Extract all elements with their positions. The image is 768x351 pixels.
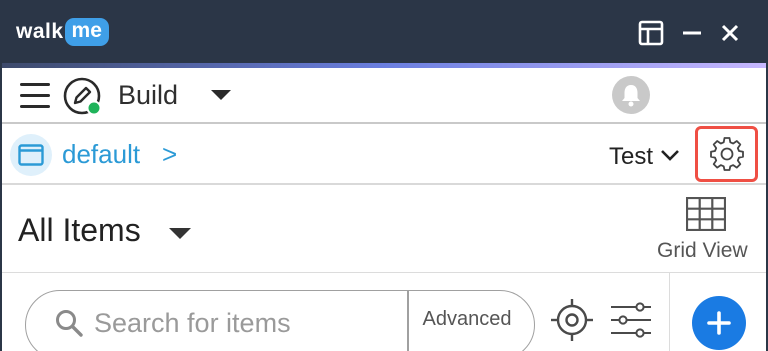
grid-icon bbox=[685, 196, 727, 232]
hamburger-line bbox=[20, 94, 50, 97]
crosshair-icon bbox=[551, 299, 593, 341]
bell-icon bbox=[622, 85, 640, 107]
environment-dropdown-button[interactable] bbox=[660, 148, 680, 166]
environment-selector[interactable]: Test bbox=[609, 143, 653, 171]
capture-element-button[interactable] bbox=[549, 297, 595, 348]
close-button[interactable] bbox=[715, 18, 745, 48]
toolbar-vertical-divider bbox=[669, 272, 670, 351]
notifications-button[interactable] bbox=[612, 76, 650, 114]
search-input[interactable] bbox=[94, 305, 394, 341]
items-filter-title[interactable]: All Items bbox=[18, 212, 141, 249]
minimize-button[interactable] bbox=[677, 18, 707, 48]
minimize-icon bbox=[683, 31, 701, 35]
filters-button[interactable] bbox=[609, 302, 653, 343]
gear-icon bbox=[709, 137, 744, 171]
grid-view-label[interactable]: Grid View bbox=[657, 239, 748, 263]
logo-walk-text: walk bbox=[16, 20, 64, 43]
mode-label[interactable]: Build bbox=[118, 80, 178, 111]
toolbar bbox=[2, 68, 766, 122]
mode-dropdown-button[interactable] bbox=[210, 88, 232, 106]
toolbar-divider bbox=[2, 122, 766, 124]
walkme-editor-window: walk me Build default > Test All Items G… bbox=[2, 0, 766, 351]
pencil-circle-icon bbox=[62, 76, 104, 118]
title-bar: walk me bbox=[2, 0, 766, 63]
sliders-icon bbox=[611, 302, 651, 338]
items-filter-dropdown[interactable] bbox=[168, 227, 192, 245]
caret-down-icon bbox=[211, 90, 231, 100]
close-icon bbox=[721, 24, 739, 42]
advanced-search-button[interactable]: Advanced bbox=[412, 308, 522, 331]
project-divider bbox=[2, 183, 766, 185]
layout-toggle-button[interactable] bbox=[636, 18, 666, 48]
section-divider bbox=[2, 272, 766, 273]
logo-me-text: me bbox=[64, 18, 109, 46]
walkme-logo: walk me bbox=[16, 18, 109, 46]
search-divider bbox=[407, 291, 409, 351]
add-item-button[interactable] bbox=[692, 296, 746, 350]
caret-down-icon bbox=[169, 228, 191, 239]
plus-icon bbox=[707, 311, 731, 335]
browser-window-icon bbox=[18, 144, 44, 166]
hamburger-line bbox=[20, 105, 50, 108]
grid-view-toggle[interactable] bbox=[685, 196, 727, 236]
hamburger-line bbox=[20, 83, 50, 86]
project-name-link[interactable]: default bbox=[62, 139, 140, 170]
search-icon bbox=[54, 308, 84, 343]
chevron-down-icon bbox=[661, 150, 679, 161]
layout-icon bbox=[638, 20, 664, 46]
project-chevron[interactable]: > bbox=[162, 139, 177, 170]
menu-button[interactable] bbox=[20, 83, 52, 109]
settings-button[interactable] bbox=[695, 126, 758, 182]
project-icon bbox=[10, 134, 52, 176]
